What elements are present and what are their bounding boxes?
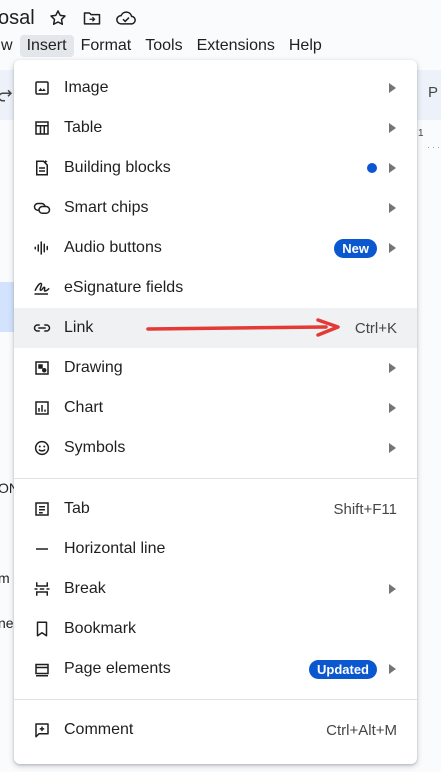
menu-item-symbols[interactable]: Symbols [14,428,417,468]
break-icon [32,579,52,599]
menu-item-image[interactable]: Image [14,68,417,108]
bookmark-icon [32,619,52,639]
new-feature-dot [367,163,377,173]
shortcut-label: Ctrl+Alt+M [326,721,397,739]
smart-chips-icon [32,198,52,218]
submenu-arrow-icon [387,243,397,253]
menu-divider [14,699,417,700]
cloud-saved-icon[interactable] [115,7,137,29]
menu-item-smart-chips[interactable]: Smart chips [14,188,417,228]
menu-item-label: Table [64,119,103,136]
menu-item-label: Page elements [64,660,171,677]
comment-icon [32,720,52,740]
ruler-number: 1 [418,128,424,139]
menu-item-label: Building blocks [64,159,171,176]
submenu-arrow-icon [387,363,397,373]
menubar-format[interactable]: Format [74,35,139,57]
menu-item-label: Symbols [64,439,126,456]
submenu-arrow-icon [387,403,397,413]
menu-divider [14,478,417,479]
annotation-arrow-icon [146,318,340,337]
doc-text-fragment: m [0,570,10,586]
menu-item-bookmark[interactable]: Bookmark [14,609,417,649]
submenu-arrow-icon [387,584,397,594]
menu-item-label: Break [64,580,106,597]
menu-item-label: Tab [64,500,90,517]
horizontal-line-icon [32,539,52,559]
ruler-marks: ······ [427,142,441,152]
menu-item-label: Image [64,79,109,96]
menu-item-label: Horizontal line [64,540,166,557]
updated-badge: Updated [309,659,377,679]
menu-item-label: Chart [64,399,104,416]
submenu-arrow-icon [387,163,397,173]
drawing-icon [32,358,52,378]
menu-item-break[interactable]: Break [14,569,417,609]
menu-item-tab[interactable]: Tab Shift+F11 [14,489,417,529]
menubar-insert[interactable]: Insert [19,35,74,57]
menu-item-page-elements[interactable]: Page elements Updated [14,649,417,689]
submenu-arrow-icon [387,664,397,674]
menu-item-label: eSignature fields [64,279,184,296]
page-elements-icon [32,659,52,679]
toolbar-fragment: P [428,84,439,101]
menu-item-audio-buttons[interactable]: Audio buttons New [14,228,417,268]
submenu-arrow-icon [387,123,397,133]
menu-item-chart[interactable]: Chart [14,388,417,428]
menu-item-esignature-fields[interactable]: eSignature fields [14,268,417,308]
shortcut-label: Ctrl+K [354,319,397,337]
submenu-arrow-icon [387,443,397,453]
audio-icon [32,238,52,258]
menubar-tools[interactable]: Tools [138,35,189,57]
doc-text-fragment: ne [0,615,14,631]
image-icon [32,78,52,98]
submenu-arrow-icon [387,203,397,213]
menu-item-comment[interactable]: Comment Ctrl+Alt+M [14,710,417,750]
menu-item-horizontal-line[interactable]: Horizontal line [14,529,417,569]
menu-item-label: Smart chips [64,199,149,216]
tab-icon [32,499,52,519]
move-to-folder-icon[interactable] [81,7,103,29]
menu-item-drawing[interactable]: Drawing [14,348,417,388]
selection-highlight [0,282,14,332]
menu-item-building-blocks[interactable]: Building blocks [14,148,417,188]
menu-item-label: Audio buttons [64,239,162,256]
insert-menu: Image Table Building blocks Smart chips … [14,60,417,764]
link-icon [32,318,52,338]
shortcut-label: Shift+F11 [333,500,397,518]
menu-item-table[interactable]: Table [14,108,417,148]
building-blocks-icon [32,158,52,178]
star-icon[interactable] [47,7,69,29]
submenu-arrow-icon [387,83,397,93]
new-badge: New [334,238,377,258]
esignature-icon [32,278,52,298]
title-row: osal [0,0,441,36]
menu-bar: w Insert Format Tools Extensions Help [0,34,329,58]
symbols-icon [32,438,52,458]
menu-item-label: Bookmark [64,620,137,637]
chart-icon [32,398,52,418]
table-icon [32,118,52,138]
menubar-help[interactable]: Help [282,35,329,57]
menu-item-label: Comment [64,721,134,738]
menu-item-label: Drawing [64,359,123,376]
menubar-extensions[interactable]: Extensions [190,35,282,57]
